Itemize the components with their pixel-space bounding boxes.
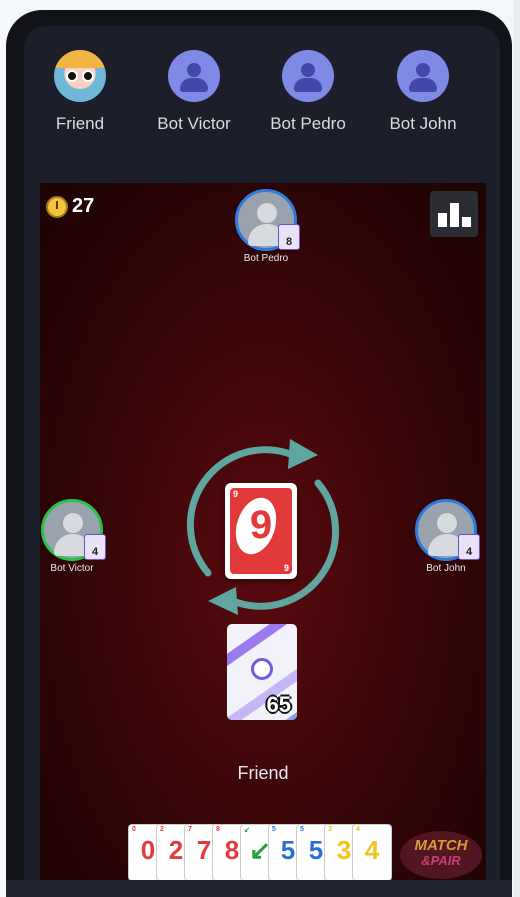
players-bar: Friend Bot Victor Bot Pedro Bot John <box>30 40 490 150</box>
my-player-name: Friend <box>237 763 289 783</box>
seat-top[interactable]: 8 Bot Pedro <box>226 189 306 264</box>
player-bot-victor[interactable]: Bot Victor <box>139 50 249 134</box>
turn-timer: 27 <box>46 195 94 218</box>
right-scrollbar-strip <box>514 0 520 897</box>
bar-chart-icon <box>437 213 447 227</box>
stopwatch-icon <box>46 195 68 218</box>
card-count-badge: 4 <box>458 534 480 560</box>
match-and-pair-logo: MATCH &PAIR <box>400 831 482 879</box>
seat-left[interactable]: 4 Bot Victor <box>40 499 112 574</box>
seat-player-name: Bot Victor <box>50 563 94 574</box>
user-icon <box>168 50 220 102</box>
player-name: Bot Pedro <box>270 114 346 133</box>
player-name: Friend <box>55 114 105 133</box>
player-bot-john[interactable]: Bot John <box>368 50 478 134</box>
leaderboard-button[interactable] <box>430 191 478 237</box>
player-name: Bot John <box>389 114 457 133</box>
player-name: Bot Victor <box>157 114 231 133</box>
timer-value: 27 <box>72 195 95 217</box>
hand-card[interactable]: 44 <box>352 824 392 880</box>
deck-logo-icon <box>251 658 273 680</box>
player-bot-pedro[interactable]: Bot Pedro <box>253 50 363 134</box>
avatar: 4 <box>41 499 106 561</box>
card-count-badge: 8 <box>278 224 300 250</box>
draw-pile[interactable]: 65 <box>227 624 297 720</box>
game-board: 27 8 Bot Pedro 4 Bot Victor 4 Bot John 9… <box>40 183 486 880</box>
friend-avatar-icon <box>54 50 106 102</box>
avatar: 8 <box>235 189 300 251</box>
discard-pile-card: 9 9 9 <box>225 483 297 579</box>
bottom-bezel <box>6 880 512 897</box>
card-count-badge: 4 <box>84 534 106 560</box>
user-icon <box>397 50 449 102</box>
avatar: 4 <box>415 499 480 561</box>
deck-count: 65 <box>266 692 291 717</box>
discard-value: 9 <box>249 503 273 547</box>
seat-player-name: Bot Pedro <box>243 253 289 264</box>
seat-player-name: Bot John <box>426 563 466 574</box>
user-icon <box>282 50 334 102</box>
seat-right[interactable]: 4 Bot John <box>406 499 486 574</box>
player-friend[interactable]: Friend <box>25 50 135 134</box>
